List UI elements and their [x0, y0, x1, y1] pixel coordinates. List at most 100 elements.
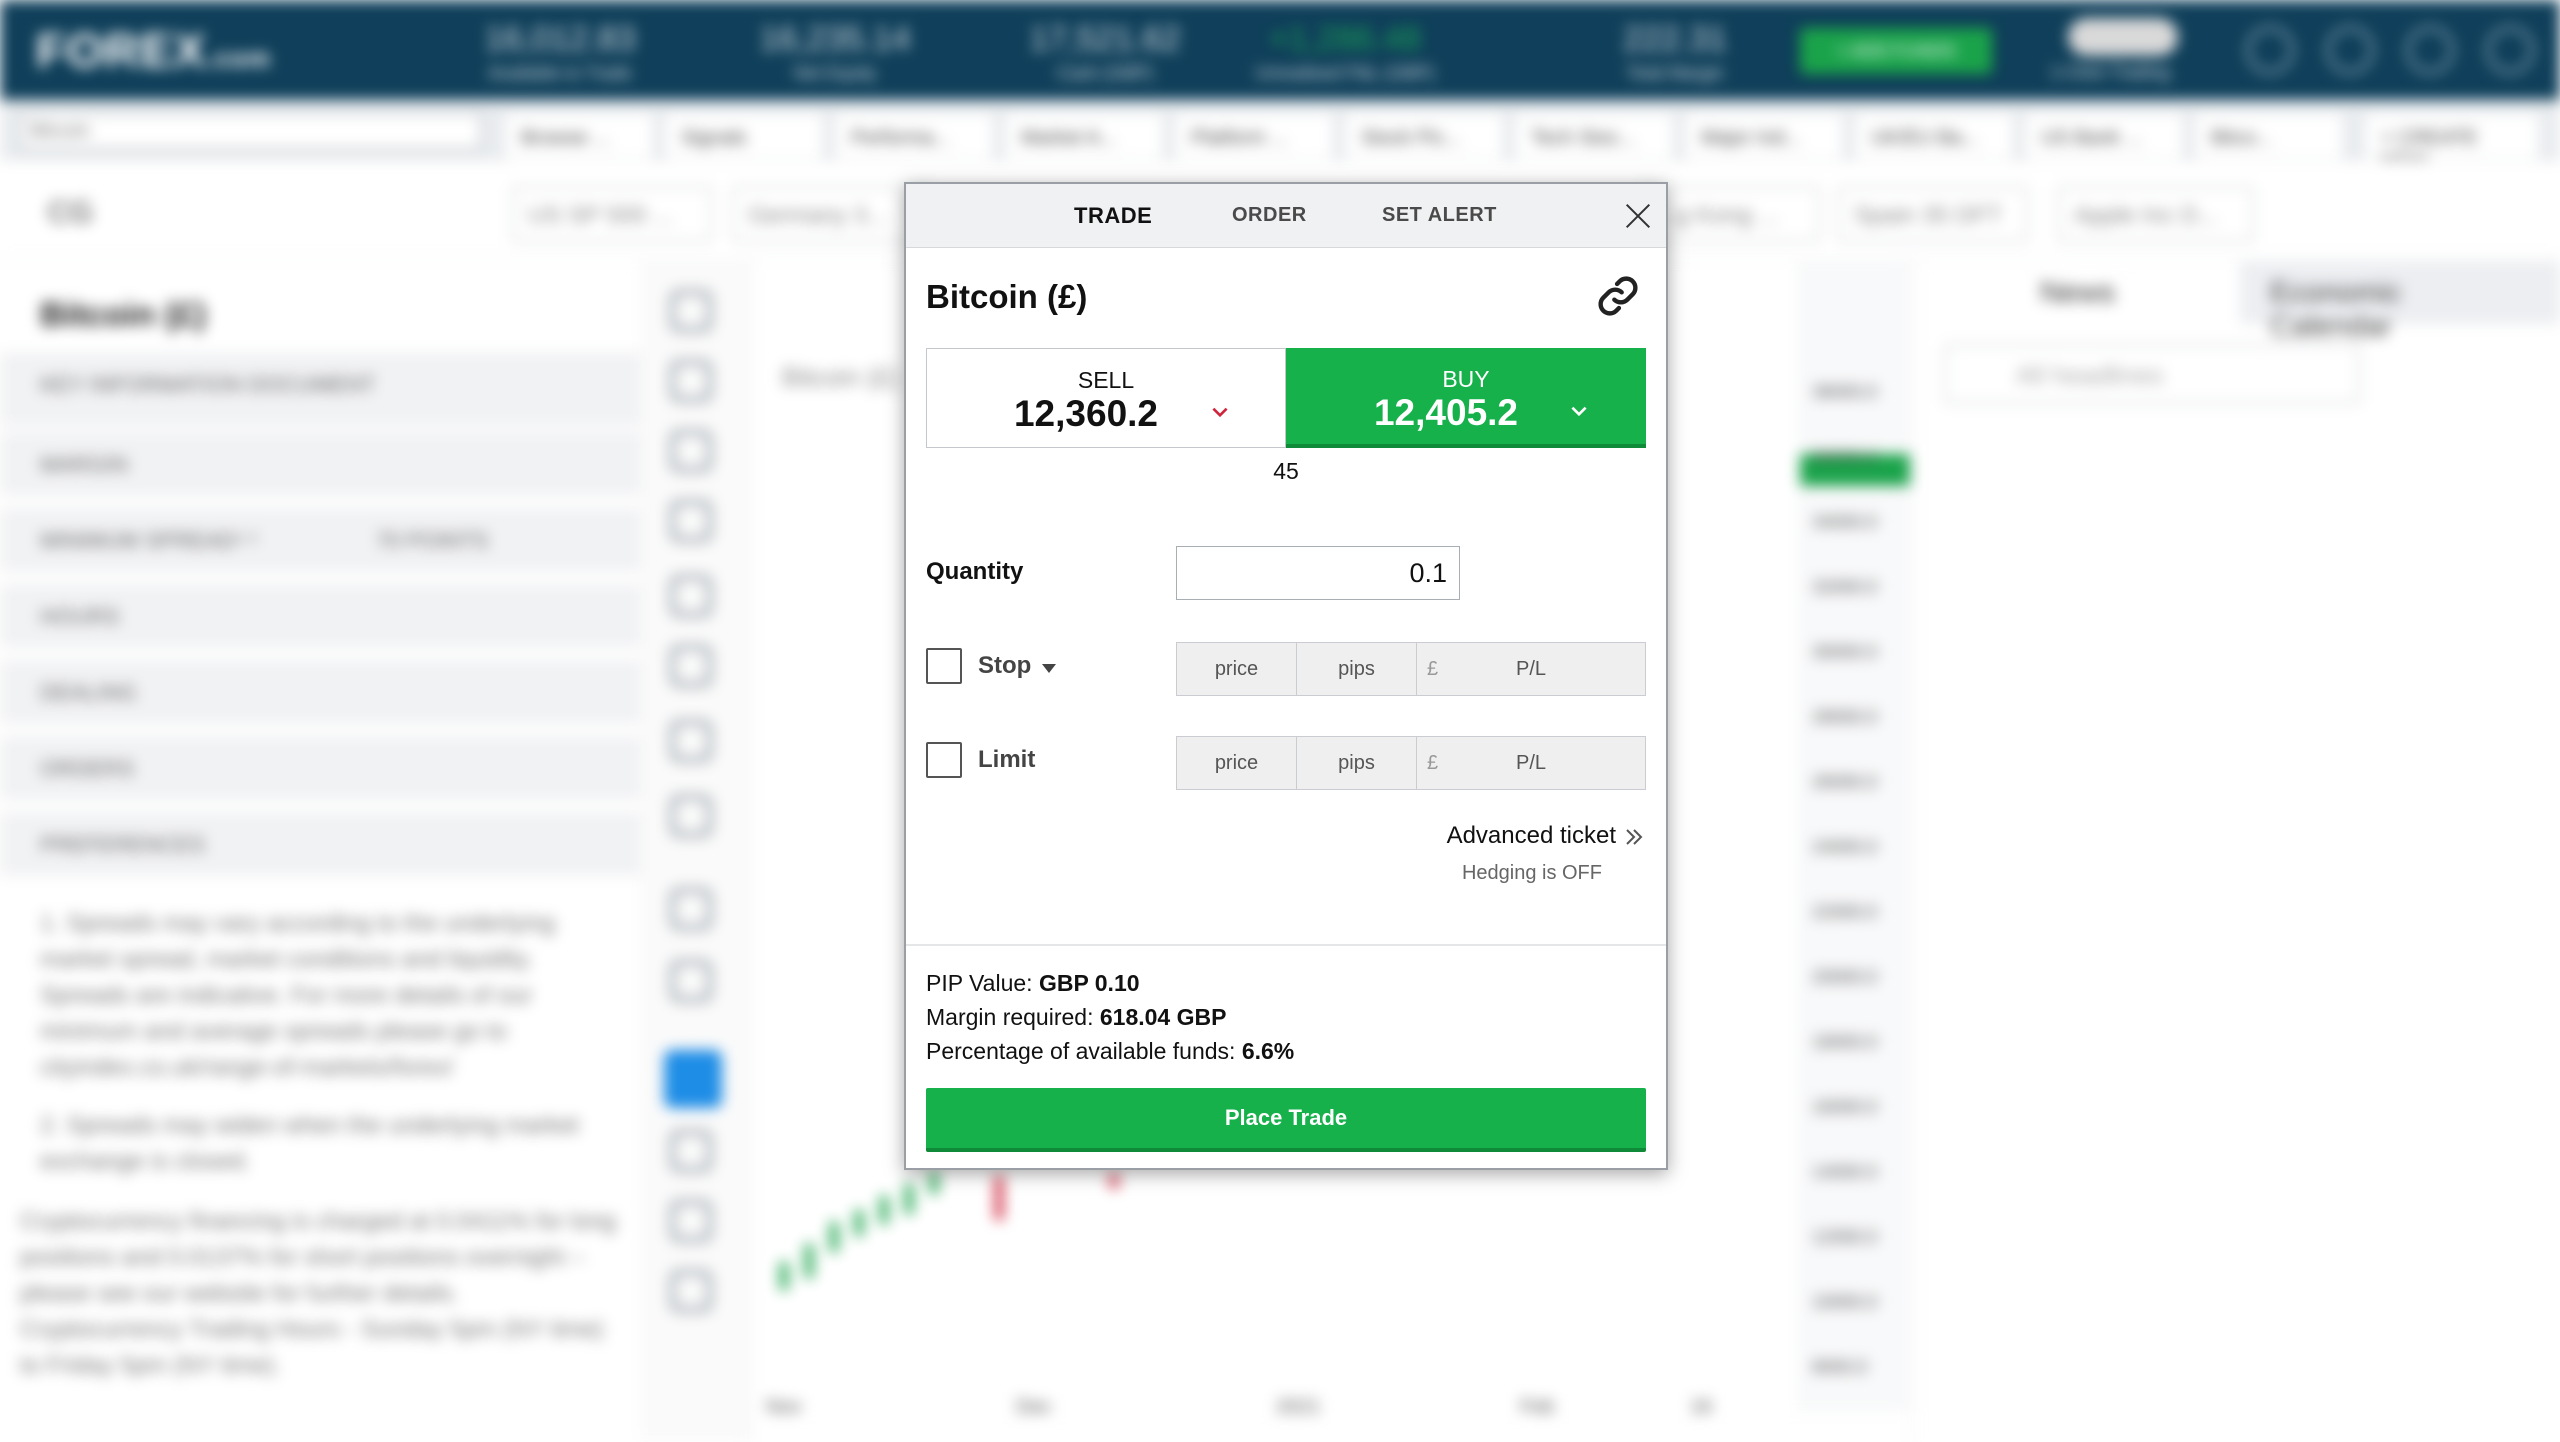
stop-label[interactable]: Stop [978, 652, 1031, 680]
currency-symbol: £ [1427, 658, 1439, 680]
zoom-tool-icon[interactable] [670, 960, 712, 1002]
divider [906, 944, 1666, 946]
limit-price-input[interactable]: price [1177, 737, 1297, 789]
y-tick-label: 38000.0 [1812, 382, 1878, 402]
workspace-tab[interactable]: Signals [664, 112, 824, 160]
trade-ticket-dialog: TRADE ORDER SET ALERT Bitcoin (£) SELL 1… [904, 182, 1668, 1170]
info-row[interactable]: PREFERENCES [0, 812, 640, 882]
workspace-tab[interactable]: Stock Pic... [1344, 112, 1504, 160]
quantity-label: Quantity [926, 558, 1024, 585]
workspace-tab[interactable]: Browse ... [504, 112, 654, 160]
x-tick-label: Dec [1016, 1396, 1052, 1418]
shape-tool-icon[interactable] [670, 795, 712, 837]
phone-icon[interactable] [2246, 26, 2294, 74]
crosshair-tool-icon[interactable] [670, 290, 712, 332]
tab-trade[interactable]: TRADE [1074, 203, 1152, 229]
magnet-tool-icon[interactable] [664, 1050, 722, 1108]
buy-price-button[interactable]: BUY 12,405.2 [1286, 348, 1646, 448]
workspace-tab[interactable]: Performa... [834, 112, 994, 160]
stop-checkbox[interactable] [926, 648, 962, 684]
candle [905, 1184, 913, 1214]
quick-market[interactable]: Apple Inc D... [2058, 186, 2254, 242]
y-tick-label: 18000.0 [1812, 1032, 1878, 1052]
top-bar: FOREX.com 16,012.83 Available to Trade 16… [0, 0, 2560, 100]
info-row[interactable]: HOURS [0, 584, 640, 654]
workspace-tab[interactable]: Platform ... [1174, 112, 1334, 160]
advanced-ticket-link[interactable]: Advanced ticket [1326, 822, 1616, 850]
brush-tool-icon[interactable] [670, 500, 712, 542]
news-panel [1912, 262, 2560, 1442]
y-tick-label: 22000.0 [1812, 902, 1878, 922]
market-search-input[interactable]: Bitcoin [20, 112, 482, 150]
stop-type-dropdown-icon[interactable] [1042, 664, 1056, 673]
workspace-tab[interactable]: Tech Stoc... [1514, 112, 1674, 160]
workspace-tab[interactable]: US Bank ... [2024, 112, 2184, 160]
text-tool-icon[interactable] [670, 575, 712, 617]
market-group-select[interactable]: CG [48, 196, 93, 230]
line-tool-icon[interactable] [670, 360, 712, 402]
tab-news[interactable]: News [2040, 276, 2115, 310]
lock-tool-icon[interactable] [670, 1130, 712, 1172]
y-tick-label: 28000.0 [1812, 707, 1878, 727]
stop-pl-input[interactable]: £ P/L [1417, 643, 1645, 695]
link-icon[interactable] [1596, 274, 1640, 318]
forex-logo: FOREX.com [36, 25, 272, 78]
footnote: 2. Spreads may widen when the underlying… [40, 1112, 579, 1175]
candle [995, 1176, 1003, 1220]
quantity-input[interactable] [1176, 546, 1460, 600]
stat-net-equity: 16,235.14 Net Equity [759, 20, 911, 83]
limit-fields: price pips £ P/L [1176, 736, 1646, 790]
tab-set-alert[interactable]: SET ALERT [1382, 204, 1497, 227]
workspace-tab[interactable]: Market A... [1004, 112, 1164, 160]
sell-label: SELL [1077, 367, 1135, 393]
limit-checkbox[interactable] [926, 742, 962, 778]
one-click-toggle[interactable] [2068, 18, 2178, 56]
tab-order[interactable]: ORDER [1232, 204, 1307, 227]
info-row[interactable]: MARGIN [0, 432, 640, 502]
account-icon[interactable] [2486, 26, 2534, 74]
candle [805, 1244, 813, 1278]
y-tick-label: 30000.0 [1812, 642, 1878, 662]
close-icon[interactable] [1624, 202, 1652, 230]
forecast-tool-icon[interactable] [670, 720, 712, 762]
settings-icon[interactable] [2406, 26, 2454, 74]
info-row[interactable]: DEALING [0, 660, 640, 730]
candle [830, 1222, 838, 1252]
x-tick-label: 16 [1690, 1396, 1713, 1418]
fib-tool-icon[interactable] [670, 430, 712, 472]
limit-label[interactable]: Limit [978, 746, 1035, 774]
create-new-tab[interactable]: + CREATE NEW [2364, 112, 2540, 172]
info-row[interactable]: ORDERS [0, 736, 640, 806]
chevron-down-icon [1212, 407, 1228, 418]
margin-required-line: Margin required: 618.04 GBP [926, 1004, 1227, 1030]
limit-pl-input[interactable]: £ P/L [1417, 737, 1645, 789]
add-funds-button[interactable]: + ADD FUNDS [1800, 28, 1992, 74]
news-search-input[interactable]: All headlines [1944, 344, 2360, 404]
hedging-status: Hedging is OFF [1461, 862, 1602, 884]
visibility-tool-icon[interactable] [670, 1200, 712, 1242]
info-row[interactable]: KEY INFORMATION DOCUMENT [0, 352, 640, 432]
place-trade-button[interactable]: Place Trade [926, 1088, 1646, 1152]
quick-market[interactable]: Germany 3... [732, 186, 932, 242]
x-tick-label: Feb [1520, 1396, 1555, 1418]
one-click-label: 1-Click Trading [2049, 62, 2171, 82]
double-chevron-right-icon[interactable] [1622, 824, 1646, 850]
tab-economic-calendar[interactable]: Economic Calendar [2240, 262, 2560, 343]
workspace-tab-active[interactable]: Bitco... [2194, 112, 2344, 160]
footnote: 1. Spreads may vary according to the und… [40, 910, 555, 1081]
instrument-title: Bitcoin (£) [926, 278, 1088, 315]
buy-label: BUY [1442, 366, 1490, 392]
workspace-tab[interactable]: Major Ind... [1684, 112, 1844, 160]
limit-pips-input[interactable]: pips [1297, 737, 1417, 789]
workspace-tab[interactable]: UK/EU Ba... [1854, 112, 2014, 160]
delete-tool-icon[interactable] [670, 1270, 712, 1312]
stop-pips-input[interactable]: pips [1297, 643, 1417, 695]
info-row: MINIMUM SPREAD¹ ² 70 POINTS [0, 508, 640, 578]
pattern-tool-icon[interactable] [670, 645, 712, 687]
sell-price-button[interactable]: SELL 12,360.2 [926, 348, 1286, 448]
ruler-tool-icon[interactable] [670, 888, 712, 930]
quick-market[interactable]: US SP 500 ... [512, 186, 712, 242]
quick-market[interactable]: Spain 35 DFT [1838, 186, 2028, 242]
help-icon[interactable] [2326, 26, 2374, 74]
stop-price-input[interactable]: price [1177, 643, 1297, 695]
